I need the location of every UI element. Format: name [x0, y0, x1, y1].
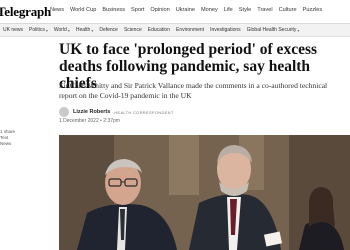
section-label: Health [75, 27, 91, 33]
author-avatar [59, 107, 69, 117]
section-label: Global Health Security [246, 27, 297, 33]
nav-item-business[interactable]: Business [102, 7, 125, 13]
top-navigation-bar: Telegraph News World Cup Business Sport … [0, 0, 350, 24]
chevron-down-icon: ▾ [297, 27, 300, 33]
chevron-down-icon: ▾ [91, 27, 94, 33]
section-item-environment[interactable]: Environment [176, 27, 204, 33]
section-item-education[interactable]: Education [148, 27, 170, 33]
section-item-global-health-security[interactable]: Global Health Security ▾ [247, 27, 300, 33]
nav-item-life[interactable]: Life [224, 7, 233, 13]
author-role: HEALTH CORRESPONDENT [114, 109, 174, 115]
nav-item-puzzles[interactable]: Puzzles [303, 7, 323, 13]
nav-item-sport[interactable]: Sport [131, 7, 144, 13]
publish-date: 1 December 2022 • 2:37pm [59, 118, 120, 124]
nav-item-opinion[interactable]: Opinion [150, 7, 169, 13]
section-item-world[interactable]: World ▾ [54, 27, 70, 33]
share-news-label[interactable]: News [0, 141, 42, 147]
hero-photo-illustration [59, 135, 350, 250]
nav-item-world-cup[interactable]: World Cup [70, 7, 96, 13]
nav-item-news[interactable]: News [50, 7, 64, 13]
primary-nav: News World Cup Business Sport Opinion Uk… [50, 7, 322, 13]
section-label: Politics [29, 27, 45, 33]
byline: Lizzie Roberts HEALTH CORRESPONDENT [59, 107, 174, 117]
section-item-politics[interactable]: Politics ▾ [29, 27, 48, 33]
section-label: Investigations [210, 27, 241, 33]
section-label: Science [123, 27, 142, 33]
nav-item-style[interactable]: Style [239, 7, 251, 13]
nav-item-travel[interactable]: Travel [257, 7, 272, 13]
section-label: Education [147, 27, 170, 33]
telegraph-logo[interactable]: Telegraph [0, 4, 51, 20]
section-item-science[interactable]: Science [124, 27, 142, 33]
share-rail: 1 share Text News [0, 129, 42, 147]
chevron-down-icon: ▾ [45, 27, 48, 33]
nav-item-money[interactable]: Money [201, 7, 218, 13]
nav-item-culture[interactable]: Culture [279, 7, 297, 13]
article-standfirst: Sir Chris Whitty and Sir Patrick Vallanc… [59, 81, 328, 100]
section-nav: UK news Politics ▾ World ▾ Health ▾ Defence… [3, 27, 299, 33]
section-navigation-bar: UK news Politics ▾ World ▾ Health ▾ Defence… [0, 24, 350, 37]
section-label: Environment [176, 27, 205, 33]
section-item-health[interactable]: Health ▾ [76, 27, 93, 33]
section-item-defence[interactable]: Defence [99, 27, 118, 33]
section-label: World [53, 27, 67, 33]
section-label: Defence [99, 27, 118, 33]
section-item-uk-news[interactable]: UK news [3, 27, 23, 33]
chevron-down-icon: ▾ [67, 27, 70, 33]
section-label: UK news [3, 27, 24, 33]
nav-item-ukraine[interactable]: Ukraine [176, 7, 195, 13]
author-name[interactable]: Lizzie Roberts [73, 109, 110, 115]
article-hero-image [59, 135, 350, 250]
section-item-investigations[interactable]: Investigations [210, 27, 241, 33]
